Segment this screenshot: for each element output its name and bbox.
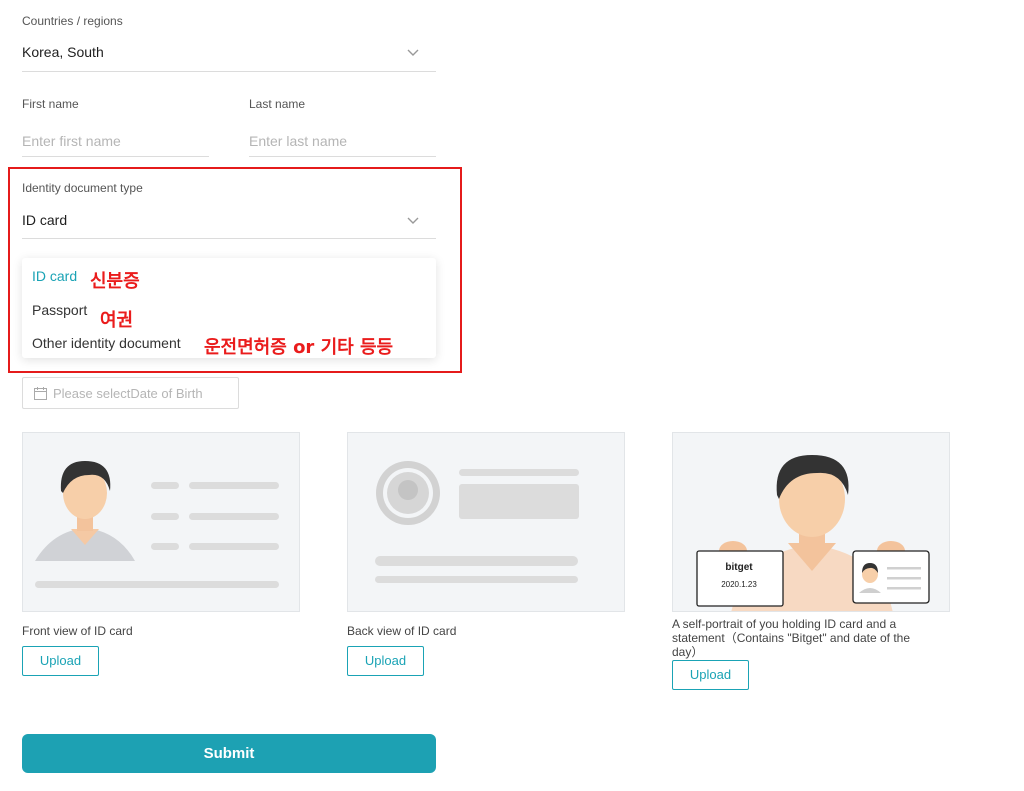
country-select[interactable]: Korea, South [22,40,436,70]
upload-selfie-button[interactable]: Upload [672,660,749,690]
back-id-illustration [347,432,625,612]
country-label: Countries / regions [22,14,123,28]
first-name-input[interactable]: Enter first name [22,133,121,149]
selfie-card-brand: bitget [725,562,753,573]
submit-button[interactable]: Submit [22,734,436,773]
chevron-down-icon [407,49,419,56]
upload-front-button[interactable]: Upload [22,646,99,676]
country-value: Korea, South [22,44,104,60]
back-caption: Back view of ID card [347,624,457,638]
dob-placeholder: Please selectDate of Birth [53,386,203,401]
front-caption: Front view of ID card [22,624,133,638]
last-name-underline [249,156,436,157]
front-id-illustration [22,432,300,612]
selfie-card-date: 2020.1.23 [721,580,757,589]
last-name-label: Last name [249,97,306,111]
highlight-box [8,167,462,373]
country-underline [22,71,436,72]
first-name-underline [22,156,209,157]
upload-back-button[interactable]: Upload [347,646,424,676]
calendar-icon [34,387,47,400]
selfie-caption: A self-portrait of you holding ID card a… [672,617,910,659]
dob-input[interactable]: Please selectDate of Birth [22,377,239,409]
first-name-label: First name [22,97,79,111]
last-name-input[interactable]: Enter last name [249,133,347,149]
